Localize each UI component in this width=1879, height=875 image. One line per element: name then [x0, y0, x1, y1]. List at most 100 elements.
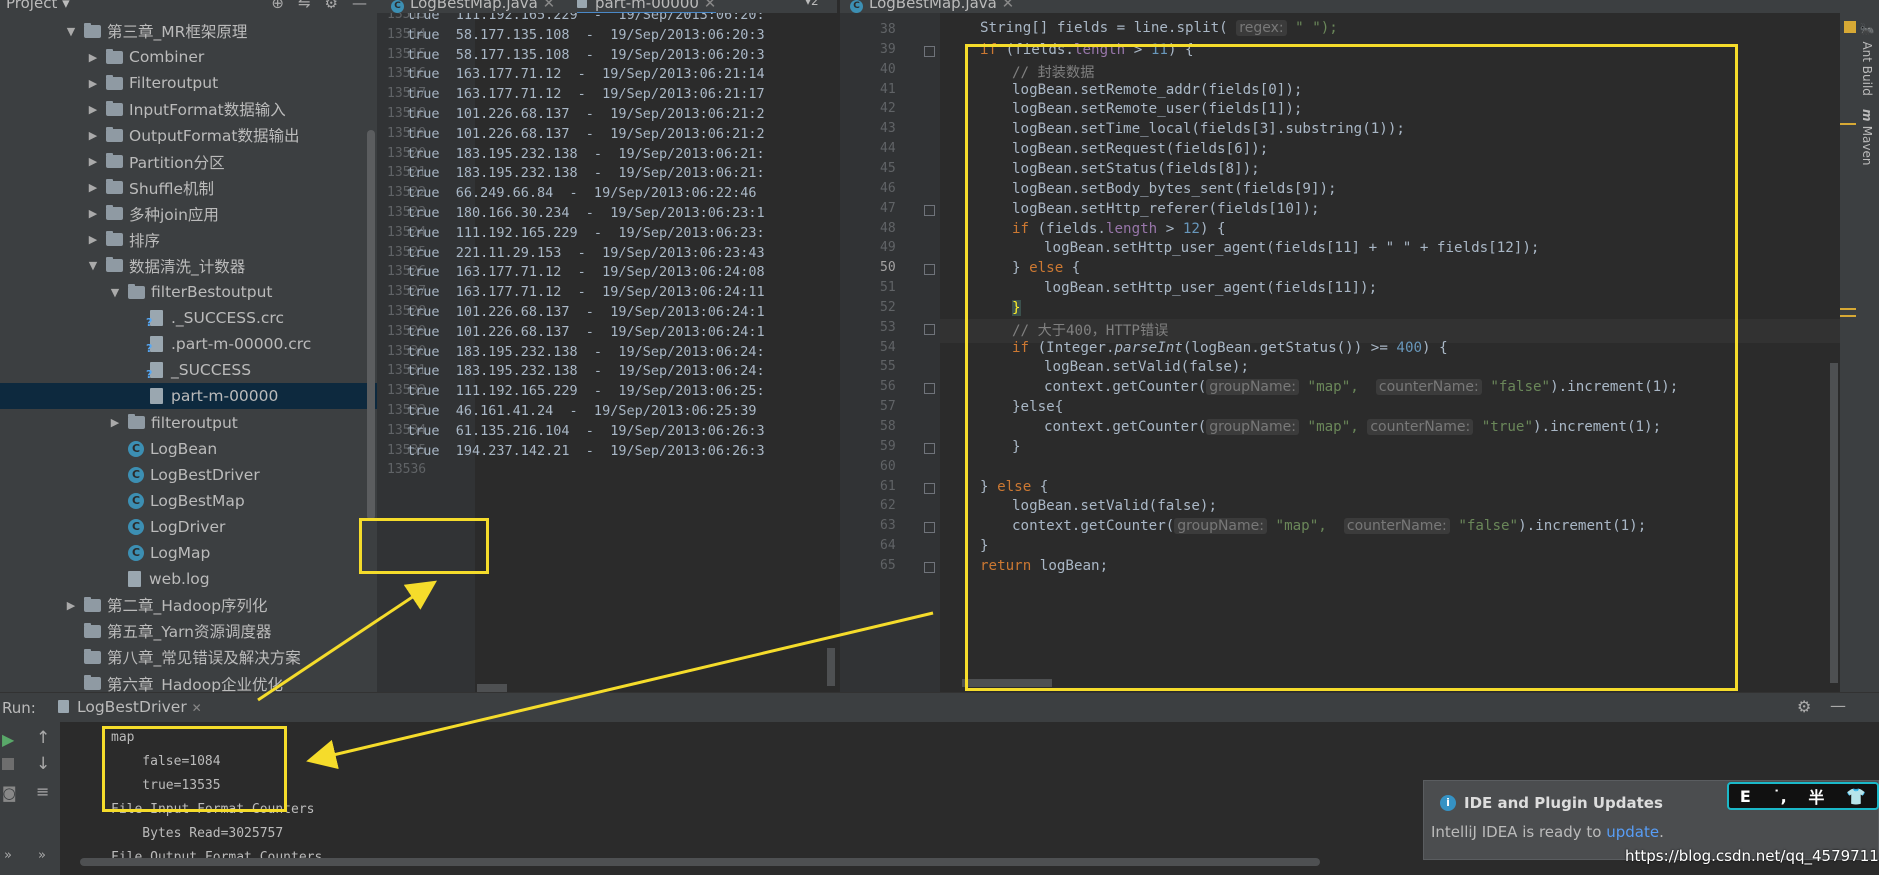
expand-right-icon[interactable]: ▶: [86, 103, 100, 116]
data-line: true 111.192.165.229 - 19/Sep/2013:06:20…: [407, 13, 765, 23]
tree-item[interactable]: C LogDriver: [0, 514, 377, 540]
line-number: 53: [880, 319, 896, 335]
tree-item[interactable]: ▶ Partition分区: [0, 149, 377, 175]
project-title[interactable]: Project ▾: [6, 0, 70, 12]
ime-width[interactable]: 半: [1808, 784, 1824, 808]
data-line: true 180.166.30.234 - 19/Sep/2013:06:23:…: [407, 205, 765, 221]
fold-marker-icon[interactable]: [924, 561, 935, 573]
tree-item[interactable]: ▼ filterBestoutput: [0, 279, 377, 305]
fold-marker-icon[interactable]: [924, 323, 935, 335]
fold-marker-icon[interactable]: [924, 204, 935, 216]
tree-item[interactable]: ▶ 第二章_Hadoop序列化: [0, 592, 377, 618]
run-tab[interactable]: LogBestDriver ✕: [58, 698, 202, 716]
expand-icon[interactable]: »: [38, 848, 46, 863]
tree-item[interactable]: ▼ 第三章_MR框架原理: [0, 18, 377, 44]
ant-build-tab[interactable]: 🐜 Ant Build: [1860, 23, 1874, 96]
tab-logbestmap[interactable]: C LogBestMap.java ✕: [391, 0, 555, 13]
console-hscroll[interactable]: [80, 858, 1320, 866]
tree-item[interactable]: part-m-00000: [0, 383, 377, 410]
tree-item[interactable]: ▶ 排序: [0, 227, 377, 253]
line-number: 38: [880, 22, 896, 37]
tree-item[interactable]: C LogBean: [0, 436, 377, 462]
tree-item[interactable]: C LogBestDriver: [0, 462, 377, 488]
tree-item-label: part-m-00000: [171, 387, 279, 406]
tree-item[interactable]: C LogMap: [0, 540, 377, 566]
tree-item[interactable]: ▶ Filteroutput: [0, 70, 377, 96]
code-vscroll[interactable]: [1830, 363, 1838, 683]
expand-down-icon[interactable]: ▼: [64, 25, 78, 38]
folder-icon: [106, 179, 123, 195]
locate-icon[interactable]: ⊕: [271, 0, 284, 12]
camera-icon[interactable]: ◙: [2, 784, 17, 802]
stop-icon[interactable]: [2, 758, 14, 770]
expand-down-icon[interactable]: ▼: [86, 259, 100, 272]
wrap-icon[interactable]: ≡: [36, 782, 49, 801]
expand-right-icon[interactable]: ▶: [86, 181, 100, 194]
tree-item[interactable]: ▶ Combiner: [0, 44, 377, 70]
fold-marker-icon[interactable]: [924, 383, 935, 395]
tree-item[interactable]: ▶ InputFormat数据输入: [0, 96, 377, 122]
ime-skin-icon[interactable]: 👕: [1846, 787, 1866, 806]
line-number: 45: [880, 160, 896, 176]
data-file-editor[interactable]: 13513 13514 13515 13516 13517 13518 13519 13520…: [377, 13, 837, 692]
horizontal-scrollbar[interactable]: [477, 684, 507, 692]
ime-mode[interactable]: E: [1740, 787, 1751, 806]
warning-marker[interactable]: [1844, 21, 1856, 33]
tree-item[interactable]: _SUCCESS: [0, 357, 377, 383]
more-icon[interactable]: »: [4, 848, 12, 863]
fold-marker-icon[interactable]: [924, 522, 935, 534]
tree-item[interactable]: 第六章_Hadoop企业优化: [0, 671, 377, 692]
expand-right-icon[interactable]: ▶: [86, 155, 100, 168]
down-arrow-icon[interactable]: ↓: [36, 754, 50, 774]
expand-right-icon[interactable]: ▶: [86, 77, 100, 90]
tree-item[interactable]: ▶ OutputFormat数据输出: [0, 122, 377, 148]
tree-item[interactable]: ▶ 多种join应用: [0, 201, 377, 227]
tab-part-m-00000[interactable]: part-m-00000 ✕: [577, 0, 717, 13]
ime-punct[interactable]: ˙,: [1773, 787, 1787, 806]
fold-marker-icon[interactable]: [924, 45, 935, 57]
fold-marker-icon[interactable]: [924, 482, 935, 494]
tree-item[interactable]: ▼ 数据清洗_计数器: [0, 253, 377, 279]
minimize-icon[interactable]: —: [1830, 696, 1846, 715]
tree-item-label: 第八章_常见错误及解决方案: [107, 649, 301, 668]
expand-right-icon[interactable]: ▶: [86, 207, 100, 220]
watermark: https://blog.csdn.net/qq_45797116: [1625, 847, 1879, 865]
up-arrow-icon[interactable]: ↑: [36, 728, 50, 748]
tree-item[interactable]: ▶ Shuffle机制: [0, 175, 377, 201]
code-gutter: 38 39 40 41 42 43 44 45 46 47 48 49 50 51 52 53 54 55 56 57…: [840, 13, 940, 692]
collapse-icon[interactable]: ⇋: [298, 0, 311, 12]
tree-item-label: LogDriver: [150, 517, 226, 536]
unknown-file-icon: [146, 362, 163, 381]
fold-marker-icon[interactable]: [924, 442, 935, 454]
tree-item[interactable]: ▶ filteroutput: [0, 410, 377, 436]
tree-item[interactable]: C LogBestMap: [0, 488, 377, 514]
ime-toolbar[interactable]: E ˙, 半 👕: [1727, 782, 1879, 810]
tree-item[interactable]: ._SUCCESS.crc: [0, 305, 377, 331]
tree-item[interactable]: 第八章_常见错误及解决方案: [0, 644, 377, 670]
line-number: 56: [880, 379, 896, 395]
expand-right-icon[interactable]: ▶: [86, 129, 100, 142]
gear-icon[interactable]: ⚙: [1797, 697, 1811, 716]
vertical-scrollbar[interactable]: [827, 648, 835, 686]
tab-overflow[interactable]: ▾2: [805, 0, 819, 8]
tree-item[interactable]: .part-m-00000.crc: [0, 331, 377, 357]
project-scrollbar[interactable]: [367, 130, 375, 520]
tree-item-label: Combiner: [129, 48, 205, 67]
fold-marker-icon[interactable]: [924, 264, 935, 276]
maven-tab[interactable]: m Maven: [1860, 109, 1874, 165]
minimize-icon[interactable]: —: [352, 0, 367, 12]
expand-right-icon[interactable]: ▶: [86, 233, 100, 246]
expand-down-icon[interactable]: ▼: [108, 286, 122, 299]
run-header: Run: LogBestDriver ✕ ⚙ —: [0, 692, 1879, 722]
tree-item[interactable]: web.log: [0, 566, 377, 592]
expand-right-icon[interactable]: ▶: [64, 599, 78, 612]
expand-right-icon[interactable]: ▶: [86, 51, 100, 64]
tree-item-label: LogBean: [150, 439, 218, 458]
rerun-icon[interactable]: ▶: [2, 730, 14, 749]
tree-item[interactable]: 第五章_Yarn资源调度器: [0, 618, 377, 644]
gear-icon[interactable]: ⚙: [325, 0, 338, 12]
update-link[interactable]: update: [1606, 823, 1659, 841]
expand-right-icon[interactable]: ▶: [108, 416, 122, 429]
tab-logbestmap-right[interactable]: C LogBestMap.java ✕: [850, 0, 1014, 13]
line-number: 55: [880, 359, 896, 375]
